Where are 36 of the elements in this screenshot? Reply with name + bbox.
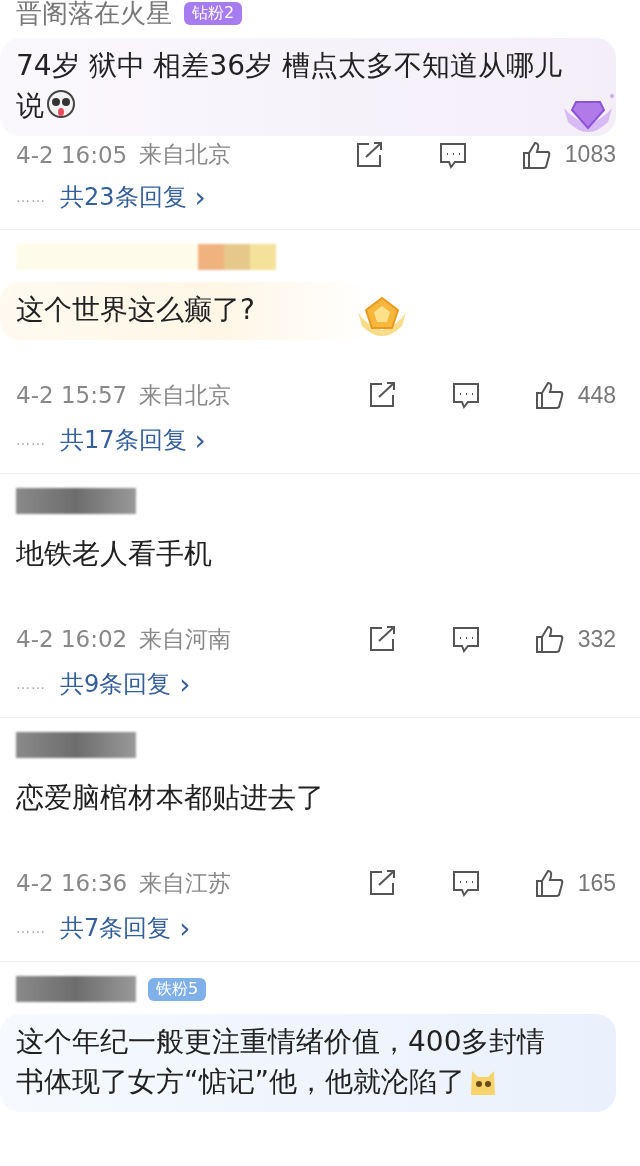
username[interactable]: 晋阁落在火星 <box>16 0 172 31</box>
chevron-icon: › <box>179 667 191 701</box>
comment-text: 这个世界这么癫了? <box>16 292 255 328</box>
thumbs-up-icon <box>533 624 566 654</box>
chevron-icon: › <box>179 911 191 945</box>
chevron-icon: › <box>194 423 206 457</box>
comment-text: 这个年纪一般更注重情绪价值，400多封情书体现了女方“惦记”他，他就沦陷了 <box>16 1024 547 1100</box>
fan-badge: 铁粉5 <box>148 977 207 1001</box>
replies-link[interactable]: 共9条回复 <box>60 668 172 700</box>
fan-badge: 钻粉2 <box>184 1 243 25</box>
ellipsis: …… <box>16 920 46 936</box>
thumbs-up-icon <box>533 380 566 410</box>
comment-time: 4-2 16:36 <box>16 870 128 896</box>
comment-location: 来自江苏 <box>139 868 233 898</box>
like-button[interactable]: 448 <box>533 380 616 410</box>
comment-time: 4-2 16:02 <box>16 626 128 652</box>
replies-link[interactable]: 共23条回复 <box>60 181 187 214</box>
like-button[interactable]: 165 <box>533 868 616 898</box>
replies-link[interactable]: 共7条回复 <box>60 912 172 944</box>
comment-text: 74岁 狱中 相差36岁 槽点太多不知道从哪儿说 <box>16 48 563 124</box>
comment-location: 来自北京 <box>139 380 233 410</box>
like-button[interactable]: 1083 <box>520 139 616 170</box>
thumbs-up-icon <box>533 868 566 898</box>
comment-location: 来自河南 <box>139 624 233 654</box>
comment-text: 恋爱脑棺材本都贴进去了 <box>16 780 324 816</box>
thumbs-up-icon <box>520 139 553 170</box>
comment-time: 4-2 16:05 <box>16 141 128 168</box>
comment-time: 4-2 15:57 <box>16 382 128 408</box>
ellipsis: …… <box>16 676 46 692</box>
ellipsis: …… <box>16 432 46 448</box>
comment-location: 来自北京 <box>139 140 233 170</box>
comment-text: 地铁老人看手机 <box>16 536 212 572</box>
chevron-icon: › <box>194 180 206 214</box>
ellipsis: …… <box>16 189 46 206</box>
like-button[interactable]: 332 <box>533 624 616 654</box>
replies-link[interactable]: 共17条回复 <box>60 424 187 456</box>
